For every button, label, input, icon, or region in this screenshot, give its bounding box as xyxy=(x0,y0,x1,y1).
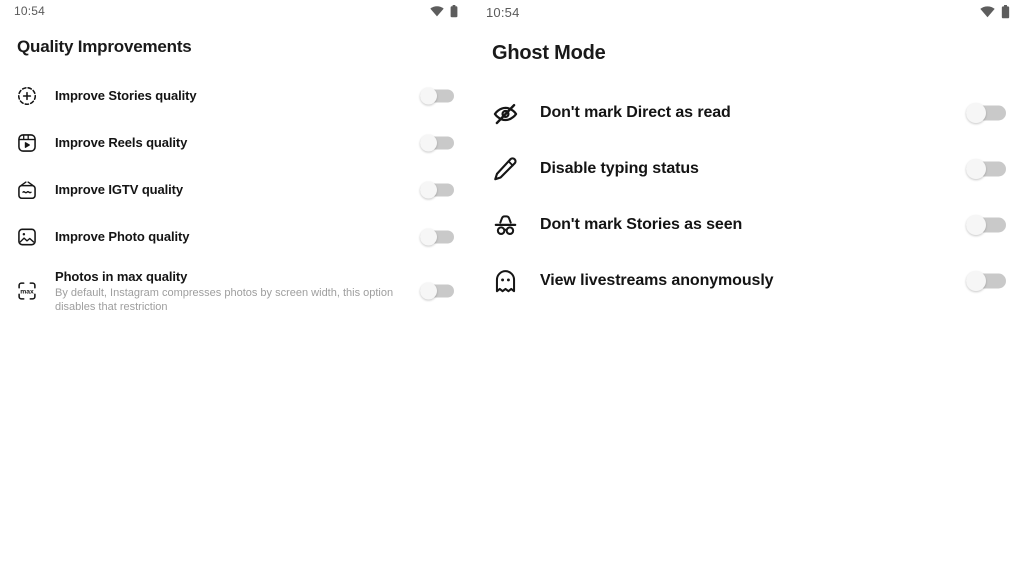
toggle-switch[interactable] xyxy=(420,282,454,300)
toggle-knob xyxy=(420,87,437,104)
toggle-knob xyxy=(420,228,437,245)
toggle-switch[interactable] xyxy=(966,215,1006,235)
list-item-text: Improve IGTV quality xyxy=(55,182,410,197)
list-item-label: Improve Reels quality xyxy=(55,135,188,150)
photo-icon xyxy=(14,224,40,250)
toggle-knob xyxy=(420,282,437,300)
screen-ghost-mode: 10:54 Ghost Mode Don't mark Direct as re… xyxy=(470,0,1024,576)
toggle-knob xyxy=(966,215,986,235)
list-item[interactable]: Improve Reels quality xyxy=(0,119,470,166)
toggle-switch[interactable] xyxy=(966,159,1006,179)
list-item[interactable]: max Photos in max quality By default, In… xyxy=(0,260,470,322)
list-item-text: Improve Reels quality xyxy=(55,135,410,150)
list-item-label: Don't mark Direct as read xyxy=(540,104,731,121)
svg-text:max: max xyxy=(20,288,34,295)
status-bar: 10:54 xyxy=(470,0,1024,24)
ghost-icon xyxy=(490,266,520,296)
list-item-label: Improve IGTV quality xyxy=(55,182,184,197)
list-item-text: Photos in max quality By default, Instag… xyxy=(55,269,410,314)
wifi-icon xyxy=(430,5,444,17)
status-bar-system-icons xyxy=(980,5,1010,19)
list-item[interactable]: Don't mark Direct as read xyxy=(470,85,1024,141)
list-item-label: Photos in max quality xyxy=(55,268,188,284)
toggle-knob xyxy=(966,271,986,291)
list-item-text: View livestreams anonymously xyxy=(540,272,954,290)
incognito-icon xyxy=(490,210,520,240)
status-bar-clock: 10:54 xyxy=(14,4,46,18)
status-bar: 10:54 xyxy=(0,0,470,22)
page-title: Quality Improvements xyxy=(17,37,192,56)
list-item-label: Improve Photo quality xyxy=(55,229,190,244)
status-bar-system-icons xyxy=(430,4,458,18)
toggle-knob xyxy=(966,103,986,123)
toggle-knob xyxy=(420,181,437,198)
add-to-story-icon xyxy=(14,83,40,109)
battery-icon xyxy=(450,4,458,18)
battery-icon xyxy=(1001,5,1010,19)
list-item-text: Don't mark Stories as seen xyxy=(540,216,954,234)
list-item[interactable]: Improve Stories quality xyxy=(0,72,470,119)
list-item-text: Improve Stories quality xyxy=(55,88,410,103)
toggle-knob xyxy=(420,134,437,151)
screen-quality-improvements: 10:54 Quality Improvements Improve Stori… xyxy=(0,0,470,576)
toggle-switch[interactable] xyxy=(420,134,454,151)
reels-icon xyxy=(14,130,40,156)
list-item-subtitle: By default, Instagram compresses photos … xyxy=(55,286,394,313)
list-item-label: Improve Stories quality xyxy=(55,88,197,103)
list-item-label: View livestreams anonymously xyxy=(540,272,774,289)
max-quality-icon: max xyxy=(14,278,40,304)
list-item-text: Improve Photo quality xyxy=(55,229,410,244)
toggle-switch[interactable] xyxy=(966,103,1006,123)
toggle-knob xyxy=(966,159,986,179)
toggle-switch[interactable] xyxy=(420,181,454,198)
toggle-switch[interactable] xyxy=(966,271,1006,291)
toggle-switch[interactable] xyxy=(420,87,454,104)
list-item-text: Disable typing status xyxy=(540,160,954,178)
list-item-label: Disable typing status xyxy=(540,160,699,177)
list-item-text: Don't mark Direct as read xyxy=(540,104,954,122)
list-item[interactable]: Improve Photo quality xyxy=(0,213,470,260)
wifi-icon xyxy=(980,6,995,18)
list-item[interactable]: Don't mark Stories as seen xyxy=(470,197,1024,253)
status-bar-clock: 10:54 xyxy=(486,4,520,20)
pencil-icon xyxy=(490,154,520,184)
list-item-label: Don't mark Stories as seen xyxy=(540,216,743,233)
list-item[interactable]: View livestreams anonymously xyxy=(470,253,1024,309)
list-item[interactable]: Improve IGTV quality xyxy=(0,166,470,213)
dual-screenshot-container: 10:54 Quality Improvements Improve Stori… xyxy=(0,0,1024,576)
settings-list: Don't mark Direct as read Disable typing… xyxy=(470,85,1024,309)
eye-off-icon xyxy=(490,98,520,128)
igtv-icon xyxy=(14,177,40,203)
settings-list: Improve Stories quality Improve Reels qu… xyxy=(0,72,470,322)
toggle-switch[interactable] xyxy=(420,228,454,245)
list-item[interactable]: Disable typing status xyxy=(470,141,1024,197)
page-title: Ghost Mode xyxy=(492,42,606,64)
